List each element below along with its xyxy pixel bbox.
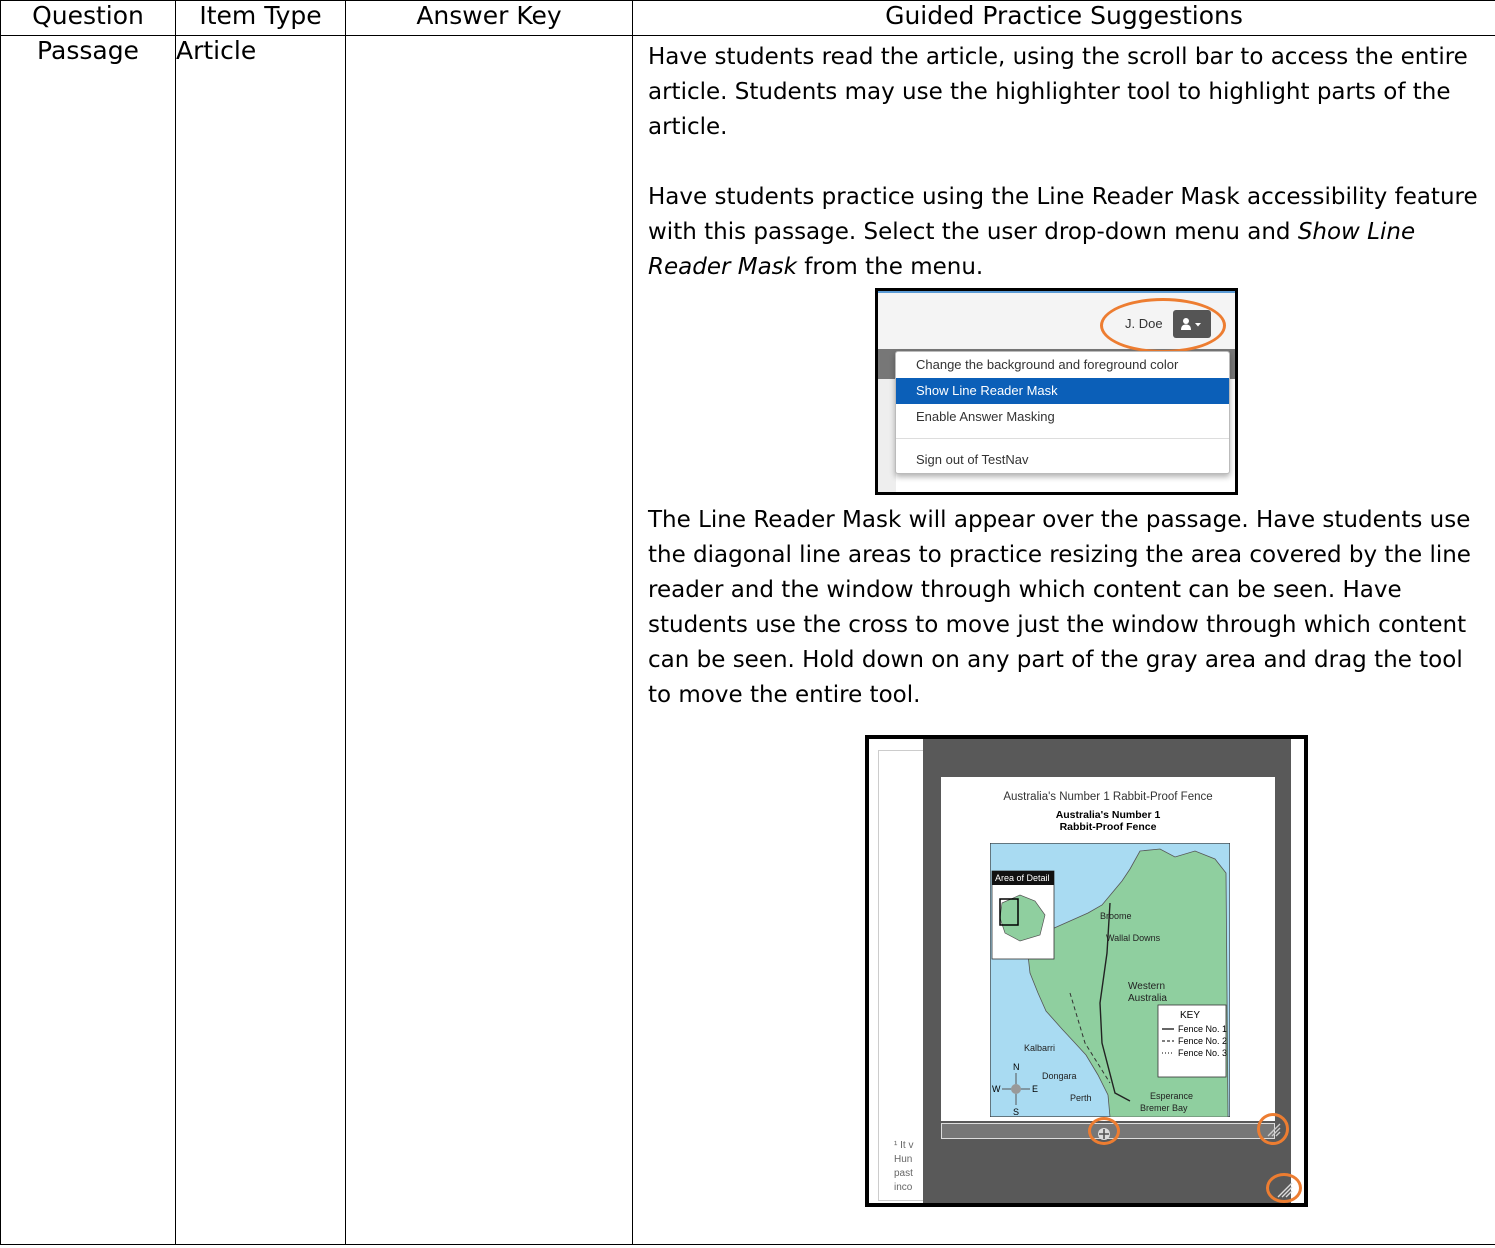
svg-text:Kalbarri: Kalbarri xyxy=(1024,1043,1055,1053)
australia-map: Area of Detail Broome Wallal Downs Weste… xyxy=(990,843,1230,1117)
svg-text:S: S xyxy=(1013,1107,1019,1117)
guidance-paragraph-1: Have students read the article, using th… xyxy=(648,44,1468,140)
move-window-handle[interactable] xyxy=(1088,1117,1120,1145)
practice-table: Question Item Type Answer Key Guided Pra… xyxy=(0,0,1495,1245)
menu-item-change-colors[interactable]: Change the background and foreground col… xyxy=(896,352,1229,378)
key-title: KEY xyxy=(1180,1010,1200,1021)
svg-text:Fence No. 3: Fence No. 3 xyxy=(1178,1048,1227,1058)
item-type-cell: Article xyxy=(175,35,346,1245)
map-title: Australia's Number 1 Rabbit-Proof Fence xyxy=(1055,809,1161,833)
header-guided-practice: Guided Practice Suggestions xyxy=(632,0,1495,36)
mask-view-window: Australia's Number 1 Rabbit-Proof Fence … xyxy=(941,777,1275,1121)
menu-item-sign-out[interactable]: Sign out of TestNav xyxy=(896,447,1229,473)
resize-window-handle[interactable] xyxy=(1257,1113,1289,1145)
footnote-fragment: past xyxy=(894,1168,913,1179)
resize-grip-icon xyxy=(1277,1182,1293,1198)
menu-item-show-line-reader-mask[interactable]: Show Line Reader Mask xyxy=(896,378,1229,404)
svg-text:Bremer Bay: Bremer Bay xyxy=(1140,1103,1188,1113)
question-cell: Passage xyxy=(0,35,176,1245)
move-cross-icon xyxy=(1098,1128,1110,1140)
answer-key-cell xyxy=(345,35,633,1245)
svg-text:W: W xyxy=(992,1084,1001,1094)
line-reader-mask-screenshot: ¹ It v Hun past inco Australia's Number … xyxy=(865,735,1308,1207)
svg-text:Esperance: Esperance xyxy=(1150,1091,1193,1101)
svg-text:Wallal Downs: Wallal Downs xyxy=(1106,933,1161,943)
menu-item-enable-answer-masking[interactable]: Enable Answer Masking xyxy=(896,404,1229,430)
svg-text:Western: Western xyxy=(1128,981,1165,992)
svg-text:Broome: Broome xyxy=(1100,911,1132,921)
inset-label: Area of Detail xyxy=(995,873,1050,883)
menu-divider xyxy=(896,438,1229,439)
footnote-fragment: Hun xyxy=(894,1154,913,1165)
svg-text:Fence No. 2: Fence No. 2 xyxy=(1178,1036,1227,1046)
guided-practice-cell: Have students read the article, using th… xyxy=(632,35,1495,1245)
footnote-fragment: ¹ It v xyxy=(894,1140,914,1151)
svg-text:E: E xyxy=(1032,1084,1038,1094)
svg-text:N: N xyxy=(1013,1062,1020,1072)
table-row: Passage Article Have students read the a… xyxy=(0,35,1495,1245)
resize-mask-handle[interactable] xyxy=(1266,1173,1302,1203)
resize-grip-icon xyxy=(1267,1123,1281,1137)
guidance-paragraph-3: The Line Reader Mask will appear over th… xyxy=(648,507,1471,708)
footnote-fragment: inco xyxy=(894,1182,913,1193)
header-question: Question xyxy=(0,0,176,36)
header-row: Question Item Type Answer Key Guided Pra… xyxy=(0,0,1495,36)
highlight-circle xyxy=(1100,298,1226,353)
user-menu-screenshot: J. Doe Change the background and foregro… xyxy=(875,288,1238,495)
svg-text:Fence No. 1: Fence No. 1 xyxy=(1178,1024,1227,1034)
svg-text:Australia: Australia xyxy=(1128,993,1167,1004)
header-answer-key: Answer Key xyxy=(345,0,633,36)
header-item-type: Item Type xyxy=(175,0,346,36)
guidance-paragraph-2: Have students practice using the Line Re… xyxy=(648,184,1478,280)
user-dropdown-menu: Change the background and foreground col… xyxy=(895,351,1230,474)
svg-text:Perth: Perth xyxy=(1070,1093,1092,1103)
svg-text:Dongara: Dongara xyxy=(1042,1071,1077,1081)
